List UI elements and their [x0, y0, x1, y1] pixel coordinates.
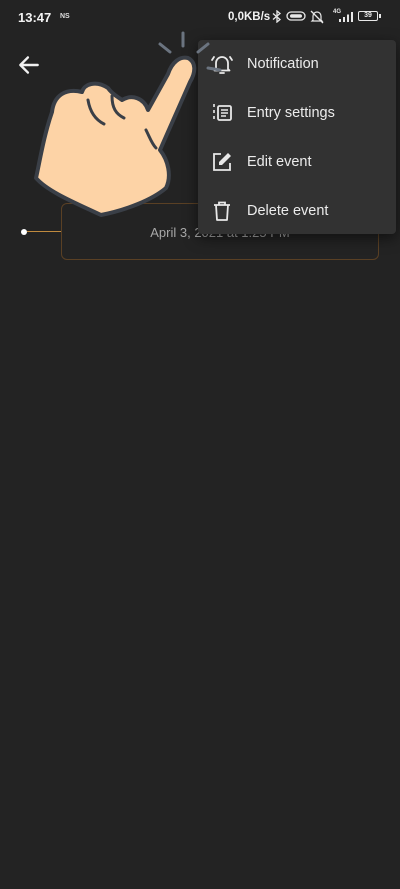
overflow-menu: Notification Entry settings Edit event D… [198, 40, 396, 234]
bell-icon [211, 56, 233, 74]
timeline-dot [21, 229, 27, 235]
edit-icon [213, 153, 231, 171]
menu-item-label: Edit event [247, 154, 312, 170]
list-settings-icon [213, 104, 232, 122]
muted-bell-icon [310, 10, 324, 24]
trash-icon [214, 201, 230, 221]
battery-icon: 39 [358, 11, 381, 21]
vibrate-icon [286, 11, 306, 21]
timeline-connector [27, 231, 61, 232]
menu-item-entry-settings[interactable]: Entry settings [198, 89, 396, 138]
battery-level: 39 [364, 12, 372, 19]
menu-item-label: Entry settings [247, 105, 335, 121]
status-bar: 13:47 NS 0,0KB/s 4G 39 [0, 0, 400, 36]
menu-item-label: Notification [247, 56, 319, 72]
carrier-tag: NS [60, 13, 70, 20]
back-arrow-icon[interactable] [16, 52, 42, 78]
bluetooth-icon [272, 10, 282, 23]
status-time: 13:47 [18, 10, 52, 25]
net-speed: 0,0KB/s [228, 11, 271, 23]
signal-icon [339, 12, 353, 22]
menu-item-delete-event[interactable]: Delete event [198, 187, 396, 236]
menu-item-notification[interactable]: Notification [198, 40, 396, 89]
menu-item-edit-event[interactable]: Edit event [198, 138, 396, 187]
menu-item-label: Delete event [247, 203, 329, 219]
